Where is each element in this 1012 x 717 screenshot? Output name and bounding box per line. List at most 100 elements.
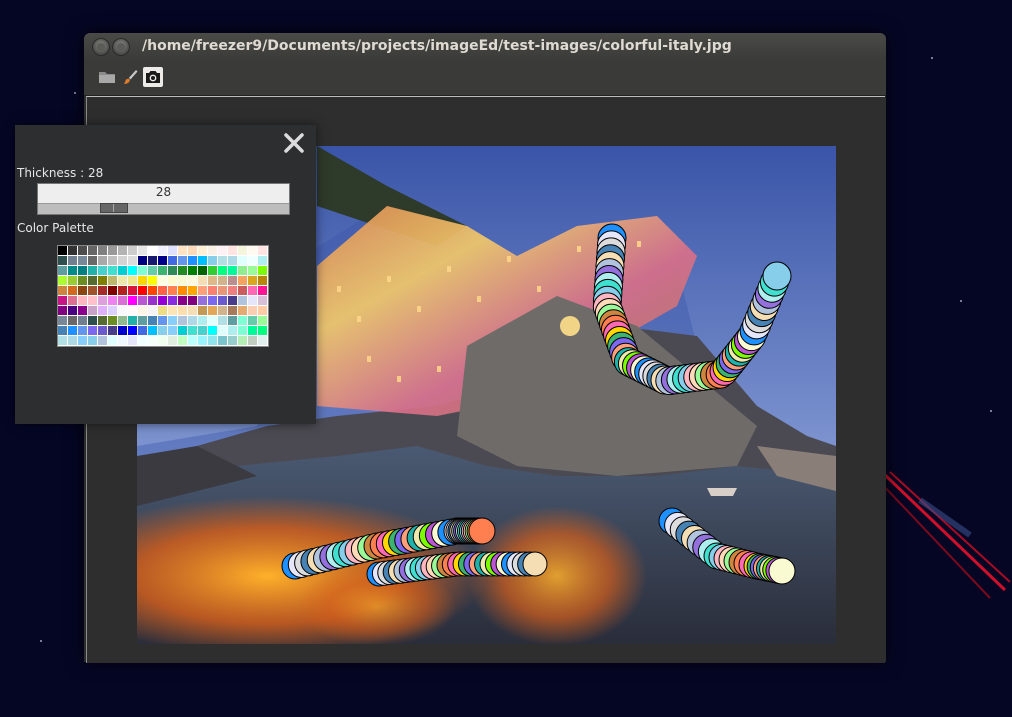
palette-swatch[interactable]: [188, 306, 197, 315]
palette-swatch[interactable]: [138, 326, 147, 335]
palette-swatch[interactable]: [158, 276, 167, 285]
palette-swatch[interactable]: [68, 266, 77, 275]
palette-swatch[interactable]: [118, 326, 127, 335]
palette-swatch[interactable]: [248, 286, 257, 295]
palette-swatch[interactable]: [188, 286, 197, 295]
palette-swatch[interactable]: [148, 266, 157, 275]
palette-swatch[interactable]: [258, 256, 267, 265]
palette-swatch[interactable]: [188, 256, 197, 265]
palette-swatch[interactable]: [88, 246, 97, 255]
palette-swatch[interactable]: [198, 326, 207, 335]
palette-swatch[interactable]: [68, 316, 77, 325]
palette-swatch[interactable]: [78, 246, 87, 255]
palette-swatch[interactable]: [58, 296, 67, 305]
palette-swatch[interactable]: [148, 286, 157, 295]
palette-swatch[interactable]: [138, 276, 147, 285]
palette-swatch[interactable]: [178, 326, 187, 335]
palette-swatch[interactable]: [248, 296, 257, 305]
palette-swatch[interactable]: [148, 336, 157, 345]
palette-swatch[interactable]: [58, 256, 67, 265]
palette-swatch[interactable]: [218, 266, 227, 275]
open-folder-icon[interactable]: [97, 67, 117, 87]
palette-swatch[interactable]: [258, 306, 267, 315]
palette-swatch[interactable]: [208, 336, 217, 345]
palette-swatch[interactable]: [118, 276, 127, 285]
palette-swatch[interactable]: [248, 316, 257, 325]
palette-swatch[interactable]: [148, 326, 157, 335]
palette-swatch[interactable]: [58, 246, 67, 255]
palette-swatch[interactable]: [238, 326, 247, 335]
palette-swatch[interactable]: [98, 256, 107, 265]
window-titlebar[interactable]: /home/freezer9/Documents/projects/imageE…: [84, 33, 886, 61]
palette-swatch[interactable]: [158, 256, 167, 265]
palette-swatch[interactable]: [148, 296, 157, 305]
palette-swatch[interactable]: [238, 266, 247, 275]
palette-swatch[interactable]: [188, 266, 197, 275]
palette-swatch[interactable]: [248, 306, 257, 315]
palette-swatch[interactable]: [198, 336, 207, 345]
palette-swatch[interactable]: [138, 266, 147, 275]
palette-swatch[interactable]: [108, 266, 117, 275]
palette-swatch[interactable]: [98, 306, 107, 315]
palette-swatch[interactable]: [118, 266, 127, 275]
palette-swatch[interactable]: [248, 276, 257, 285]
palette-swatch[interactable]: [208, 316, 217, 325]
palette-swatch[interactable]: [218, 256, 227, 265]
palette-swatch[interactable]: [178, 256, 187, 265]
palette-swatch[interactable]: [148, 276, 157, 285]
palette-swatch[interactable]: [238, 336, 247, 345]
palette-swatch[interactable]: [218, 306, 227, 315]
palette-swatch[interactable]: [168, 316, 177, 325]
palette-swatch[interactable]: [98, 266, 107, 275]
palette-swatch[interactable]: [68, 336, 77, 345]
palette-swatch[interactable]: [228, 286, 237, 295]
palette-swatch[interactable]: [238, 286, 247, 295]
palette-swatch[interactable]: [68, 246, 77, 255]
palette-swatch[interactable]: [198, 256, 207, 265]
palette-swatch[interactable]: [228, 306, 237, 315]
palette-swatch[interactable]: [128, 306, 137, 315]
palette-swatch[interactable]: [248, 326, 257, 335]
palette-swatch[interactable]: [88, 306, 97, 315]
palette-swatch[interactable]: [168, 336, 177, 345]
palette-swatch[interactable]: [218, 286, 227, 295]
palette-swatch[interactable]: [118, 286, 127, 295]
palette-swatch[interactable]: [208, 256, 217, 265]
palette-swatch[interactable]: [98, 286, 107, 295]
palette-swatch[interactable]: [228, 256, 237, 265]
palette-swatch[interactable]: [98, 336, 107, 345]
palette-swatch[interactable]: [118, 306, 127, 315]
palette-swatch[interactable]: [258, 266, 267, 275]
palette-swatch[interactable]: [188, 246, 197, 255]
palette-swatch[interactable]: [78, 266, 87, 275]
palette-swatch[interactable]: [158, 286, 167, 295]
palette-swatch[interactable]: [78, 316, 87, 325]
palette-swatch[interactable]: [228, 316, 237, 325]
palette-swatch[interactable]: [178, 276, 187, 285]
palette-swatch[interactable]: [58, 336, 67, 345]
palette-swatch[interactable]: [168, 246, 177, 255]
palette-swatch[interactable]: [168, 266, 177, 275]
palette-swatch[interactable]: [188, 316, 197, 325]
palette-swatch[interactable]: [88, 296, 97, 305]
palette-swatch[interactable]: [258, 296, 267, 305]
palette-swatch[interactable]: [118, 246, 127, 255]
camera-icon[interactable]: [143, 67, 163, 87]
palette-swatch[interactable]: [88, 326, 97, 335]
palette-swatch[interactable]: [98, 276, 107, 285]
thickness-slider-handle[interactable]: [100, 203, 128, 213]
palette-swatch[interactable]: [188, 296, 197, 305]
palette-swatch[interactable]: [248, 336, 257, 345]
palette-swatch[interactable]: [238, 296, 247, 305]
palette-swatch[interactable]: [198, 296, 207, 305]
palette-swatch[interactable]: [118, 336, 127, 345]
palette-swatch[interactable]: [168, 256, 177, 265]
palette-swatch[interactable]: [208, 326, 217, 335]
palette-swatch[interactable]: [158, 326, 167, 335]
palette-swatch[interactable]: [238, 316, 247, 325]
palette-swatch[interactable]: [138, 336, 147, 345]
palette-swatch[interactable]: [218, 276, 227, 285]
palette-swatch[interactable]: [148, 306, 157, 315]
palette-swatch[interactable]: [78, 306, 87, 315]
palette-swatch[interactable]: [188, 336, 197, 345]
